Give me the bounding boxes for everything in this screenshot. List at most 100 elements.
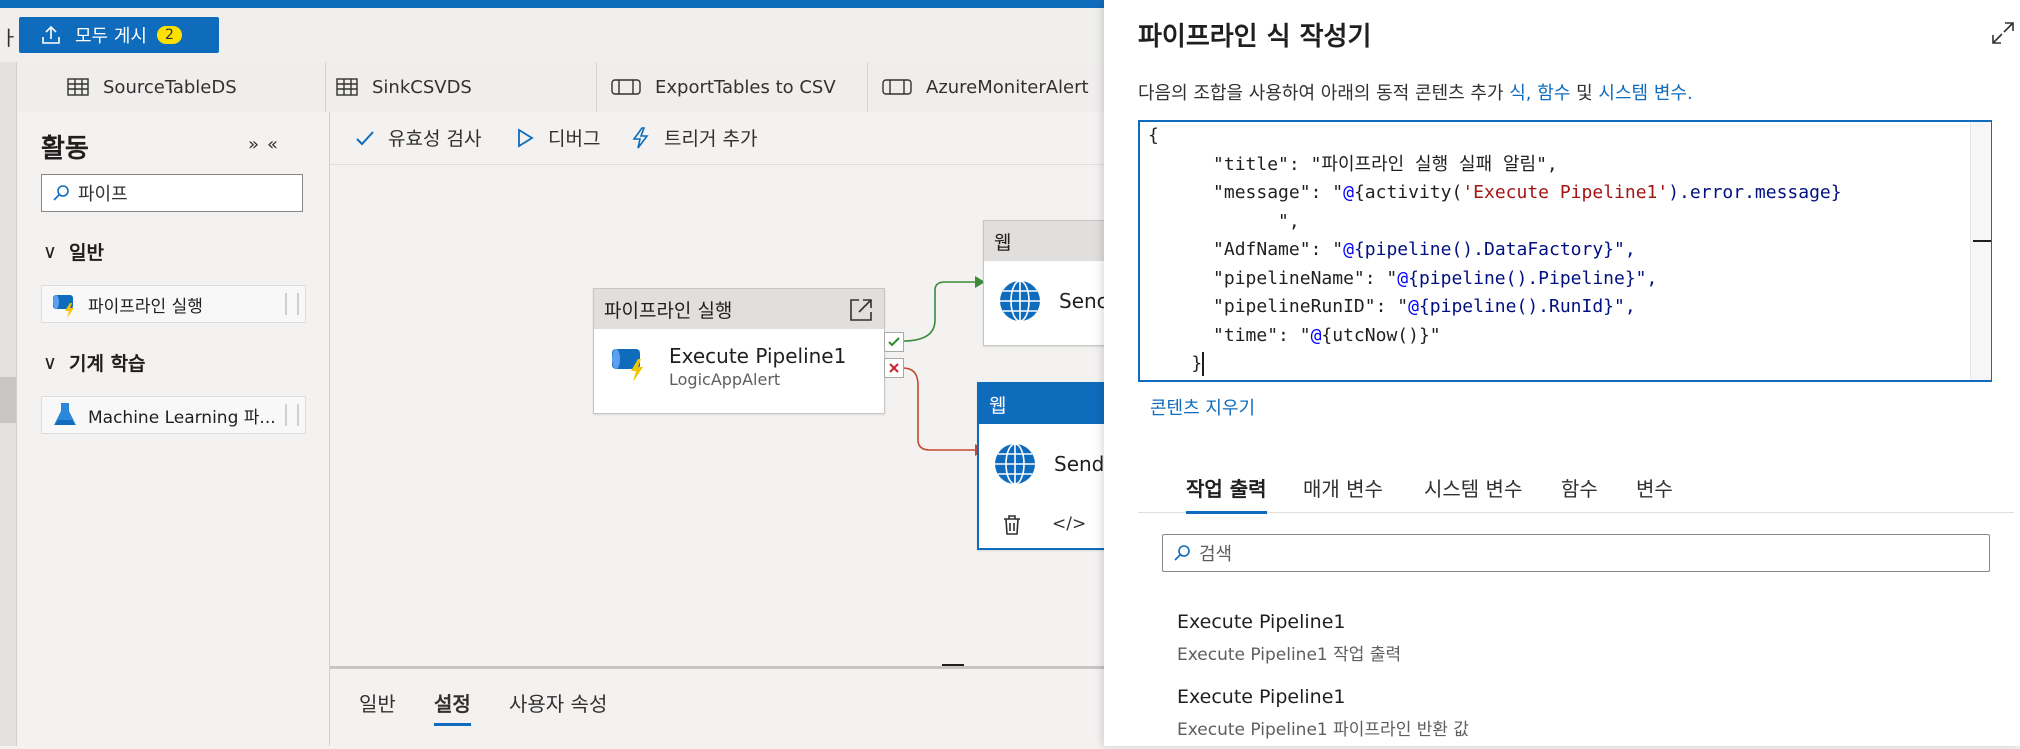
publish-label: 모두 게시 <box>75 26 147 47</box>
web-node-success[interactable]: 웹 Senc <box>983 220 1115 346</box>
execute-pipeline-node[interactable]: 파이프라인 실행 Execute Pipeline1 LogicAppAlert <box>593 288 885 414</box>
node-subtitle: LogicAppAlert <box>669 370 781 389</box>
open-external-icon[interactable] <box>848 297 874 323</box>
tab-label: ExportTables to CSV <box>655 76 836 98</box>
rail-selection-marker <box>0 377 16 423</box>
play-icon <box>518 127 534 148</box>
editor-scrollbar[interactable] <box>1970 122 1991 380</box>
expression-link[interactable]: 식, <box>1509 83 1531 104</box>
category-label: 일반 <box>69 242 104 264</box>
tab-azuremoniteralert[interactable]: AzureMoniterAlert <box>868 62 1105 112</box>
lightning-icon <box>632 126 649 148</box>
system-variables-link[interactable]: 시스템 변수. <box>1598 83 1692 104</box>
result-item-subtitle[interactable]: Execute Pipeline1 파이프라인 반환 값 <box>1177 715 1469 740</box>
result-item-title[interactable]: Execute Pipeline1 <box>1177 611 1345 633</box>
text-cursor <box>1202 352 1205 376</box>
scroll-position-marker <box>1973 240 1991 242</box>
tab-label: AzureMoniterAlert <box>926 76 1089 98</box>
add-trigger-button[interactable]: 트리거 추가 <box>630 124 757 151</box>
truncated-label: ㅏ <box>0 26 19 50</box>
tab-general[interactable]: 일반 <box>359 688 396 717</box>
node-header: 파이프라인 실행 <box>594 289 884 329</box>
node-type-label: 웹 <box>989 394 1007 417</box>
description-and: 및 <box>1570 83 1599 104</box>
category-label: 기계 학습 <box>69 353 146 375</box>
chevron-down-icon: ∨ <box>43 240 57 263</box>
node-header: 웹 <box>984 221 1114 261</box>
search-value: 파이프 <box>78 184 128 205</box>
code-quote: " <box>1332 182 1344 203</box>
code-fn: {utcNow()}" <box>1321 324 1441 346</box>
node-type-label: 웹 <box>994 231 1012 254</box>
tab-settings[interactable]: 설정 <box>434 688 471 726</box>
code-prop: {pipeline().RunId}", <box>1418 296 1636 317</box>
pending-count-badge: 2 <box>156 26 182 44</box>
search-icon <box>53 185 69 201</box>
failure-port[interactable] <box>884 358 904 378</box>
functions-link[interactable]: 함수 <box>1537 83 1570 104</box>
debug-button[interactable]: 디버그 <box>514 124 600 151</box>
tab-variables[interactable]: 변수 <box>1636 473 1673 502</box>
tab-sinkcsvds[interactable]: SinkCSVDS <box>326 62 597 112</box>
code-quote: ", <box>1278 210 1300 232</box>
success-port[interactable] <box>884 332 904 352</box>
execute-pipeline-icon <box>53 295 74 318</box>
node-name: Senc <box>1059 289 1108 313</box>
search-icon <box>1174 545 1190 561</box>
check-icon <box>888 337 900 347</box>
expand-icon[interactable] <box>1990 20 2016 46</box>
code-quote: " <box>1386 267 1398 289</box>
code-at: @ <box>1343 239 1354 260</box>
publish-all-button[interactable]: 모두 게시 2 <box>19 17 219 53</box>
validate-button[interactable]: 유효성 검사 <box>354 124 481 151</box>
execute-pipeline-icon <box>612 349 643 382</box>
tab-user-properties[interactable]: 사용자 속성 <box>509 688 607 717</box>
activity-label: 파이프라인 실행 <box>88 296 203 317</box>
drag-handle[interactable] <box>285 404 299 426</box>
activities-title: 활동 <box>41 134 89 164</box>
trigger-label: 트리거 추가 <box>664 128 758 150</box>
node-type-label: 파이프라인 실행 <box>604 299 733 322</box>
activity-machine-learning[interactable]: Machine Learning 파... <box>41 396 306 434</box>
code-key: "message": <box>1213 182 1333 203</box>
tab-system-variables[interactable]: 시스템 변수 <box>1424 473 1522 502</box>
hide-panel-icon[interactable]: « <box>267 134 286 155</box>
tab-label: SourceTableDS <box>103 76 237 98</box>
tab-exporttables-to-csv[interactable]: ExportTables to CSV <box>597 62 868 112</box>
result-item-subtitle[interactable]: Execute Pipeline1 작업 출력 <box>1177 640 1401 665</box>
node-name: Send <box>1054 452 1105 476</box>
code-key: "pipelineName": <box>1213 267 1387 289</box>
activity-label: Machine Learning 파... <box>88 407 276 428</box>
activity-execute-pipeline[interactable]: 파이프라인 실행 <box>41 285 306 323</box>
search-placeholder: 검색 <box>1199 544 1233 565</box>
code-quote: " <box>1332 239 1344 260</box>
expression-search-input[interactable]: 검색 <box>1162 534 1990 572</box>
left-rail <box>0 62 17 746</box>
node-name: Execute Pipeline1 <box>669 344 847 368</box>
pipeline-icon <box>882 79 912 95</box>
code-brace: { <box>1148 125 1159 146</box>
web-node-failure[interactable]: 웹 Send </> <box>977 382 1121 550</box>
result-item-title[interactable]: Execute Pipeline1 <box>1177 686 1345 708</box>
tab-parameters[interactable]: 매개 변수 <box>1303 473 1383 502</box>
tab-activity-outputs[interactable]: 작업 출력 <box>1186 473 1267 514</box>
code-at: @ <box>1343 182 1354 203</box>
collapse-all-icon[interactable]: » <box>248 134 267 155</box>
code-icon[interactable]: </> <box>1052 514 1086 534</box>
table-icon <box>336 78 358 96</box>
category-general[interactable]: ∨ 일반 <box>43 238 104 265</box>
checkmark-icon <box>356 130 374 145</box>
code-prop: {pipeline().Pipeline}", <box>1408 267 1658 289</box>
drag-handle[interactable] <box>285 293 299 315</box>
tab-functions[interactable]: 함수 <box>1561 473 1598 502</box>
code-brace: } <box>1191 353 1203 374</box>
delete-icon[interactable] <box>1001 514 1023 536</box>
tab-label: SinkCSVDS <box>372 76 472 98</box>
activities-search-input[interactable]: 파이프 <box>41 174 303 212</box>
panel-title: 파이프라인 식 작성기 <box>1138 22 1372 52</box>
category-machine-learning[interactable]: ∨ 기계 학습 <box>43 349 146 376</box>
description-text: 다음의 조합을 사용하여 아래의 동적 콘텐츠 추가 <box>1138 83 1510 104</box>
clear-contents-link[interactable]: 콘텐츠 지우기 <box>1150 394 1255 420</box>
code-at: @ <box>1310 324 1322 346</box>
tab-sourcetableds[interactable]: SourceTableDS <box>17 62 326 112</box>
